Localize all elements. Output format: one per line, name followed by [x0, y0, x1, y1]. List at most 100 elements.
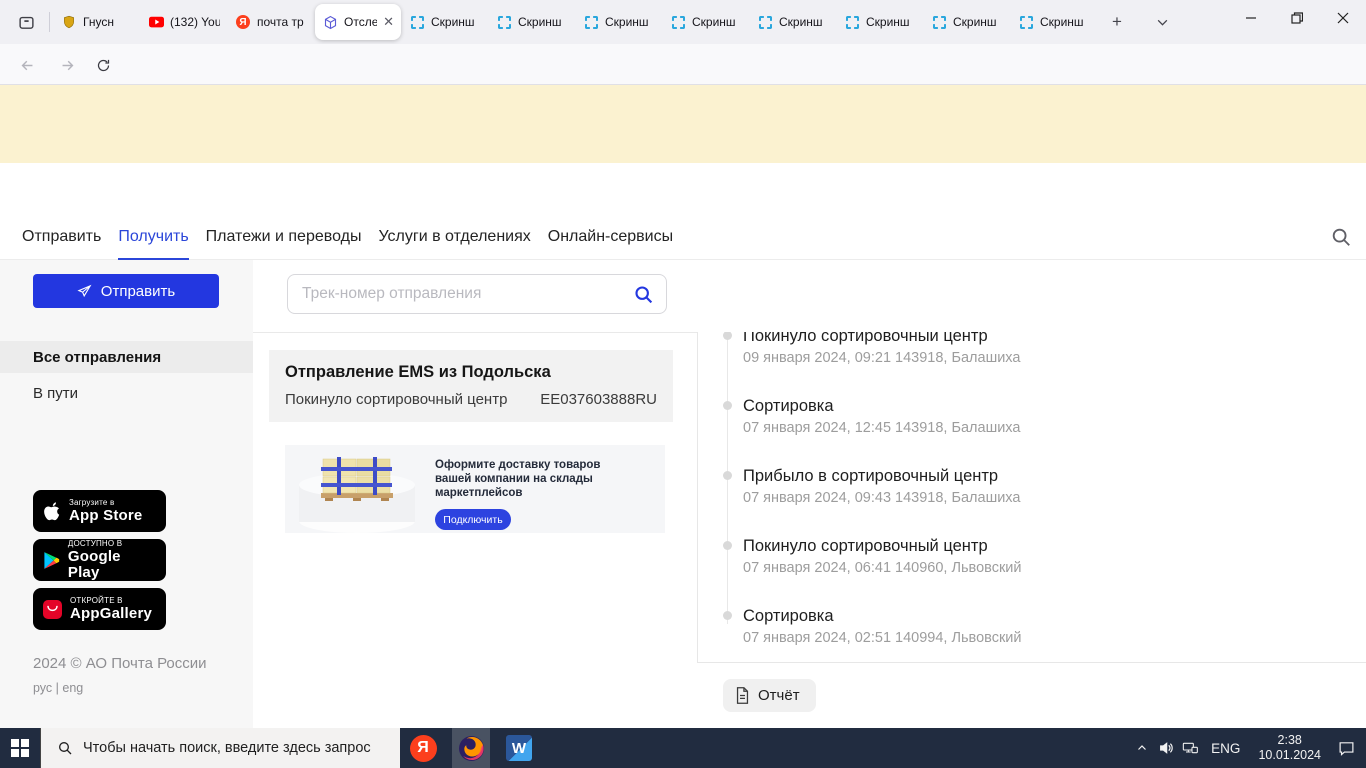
event-meta: 07 января 2024, 06:41 140960, Львовский: [743, 560, 1022, 576]
filter-all-shipments[interactable]: Все отправления: [0, 341, 253, 373]
tab-label: Скринш: [605, 15, 649, 29]
windows-taskbar: Чтобы начать поиск, введите здесь запрос…: [0, 728, 1366, 768]
new-tab-button[interactable]: +: [1103, 8, 1131, 36]
tracking-event: Покинуло сортировочный центр 09 января 2…: [698, 332, 1358, 366]
shipment-title: Отправление EMS из Подольска: [285, 363, 551, 381]
taskbar-word-button[interactable]: W: [500, 728, 538, 768]
tab-screenshot-7[interactable]: Скринш: [924, 4, 1010, 40]
tray-chevron-up-icon[interactable]: [1130, 728, 1154, 768]
screenshot-favicon-icon: [496, 14, 512, 30]
tab-label: (132) You: [170, 15, 220, 29]
event-meta: 07 января 2024, 12:45 143918, Балашиха: [743, 420, 1021, 436]
tab-screenshot-6[interactable]: Скринш: [837, 4, 923, 40]
screenshot-favicon-icon: [670, 14, 686, 30]
appstore-badge[interactable]: Загрузите в App Store: [33, 490, 166, 532]
sidebar: Отправить Все отправления В пути Загрузи…: [0, 260, 253, 728]
screenshot-favicon-icon: [1018, 14, 1034, 30]
event-title: Покинуло сортировочный центр: [743, 332, 988, 345]
tab-screenshot-2[interactable]: Скринш: [489, 4, 575, 40]
back-button[interactable]: [12, 50, 42, 80]
promo-connect-button[interactable]: Подключить: [435, 509, 511, 530]
tracking-event: Сортировка 07 января 2024, 02:51 140994,…: [698, 606, 1358, 646]
tray-network-icon[interactable]: [1178, 728, 1202, 768]
tray-speaker-icon[interactable]: [1154, 728, 1178, 768]
tab-close-icon[interactable]: ✕: [383, 14, 394, 30]
googleplay-badge[interactable]: ДОСТУПНО В Google Play: [33, 539, 166, 581]
taskbar-search[interactable]: Чтобы начать поиск, введите здесь запрос: [40, 728, 400, 768]
passport-notice-banner: Теперь при отправке в отделении нужно бу…: [0, 85, 1366, 233]
shipment-status: Покинуло сортировочный центр: [285, 391, 508, 408]
site-nav: Отправить Получить Платежи и переводы Ус…: [0, 216, 1366, 260]
taskbar-search-placeholder: Чтобы начать поиск, введите здесь запрос: [83, 740, 371, 756]
send-button[interactable]: Отправить: [33, 274, 219, 308]
copyright-text: 2024 © АО Почта России: [33, 655, 207, 672]
shipment-card[interactable]: Отправление EMS из Подольска Покинуло со…: [269, 350, 673, 422]
tab-youtube[interactable]: (132) You: [141, 4, 227, 40]
nav-branch-services[interactable]: Услуги в отделениях: [378, 216, 530, 260]
shield-favicon-icon: [61, 14, 77, 30]
nav-send[interactable]: Отправить: [22, 216, 101, 260]
tab-screenshot-1[interactable]: Скринш: [402, 4, 488, 40]
track-number-inputbox[interactable]: [287, 274, 667, 314]
yandex-favicon-icon: Я: [235, 14, 251, 30]
taskbar-firefox-button[interactable]: [452, 728, 490, 768]
list-tabs-chevron-icon[interactable]: [1148, 8, 1176, 36]
screen: Гнусн (132) You Я почта тр Отсле ✕ Скрин…: [0, 0, 1366, 768]
badge-bottom-text: Google Play: [67, 548, 121, 581]
tab-tracking-active[interactable]: Отсле ✕: [315, 4, 401, 40]
tab-screenshot-5[interactable]: Скринш: [750, 4, 836, 40]
nav-online-services[interactable]: Онлайн-сервисы: [548, 216, 673, 260]
appgallery-badge[interactable]: ОТКРОЙТЕ В AppGallery: [33, 588, 166, 630]
tracking-timeline: Покинуло сортировочный центр 09 января 2…: [697, 332, 1366, 662]
tab-separator: [49, 12, 50, 32]
start-button[interactable]: [0, 728, 40, 768]
track-number-input[interactable]: [302, 285, 633, 303]
tab-gnus[interactable]: Гнусн: [54, 4, 140, 40]
tab-screenshot-4[interactable]: Скринш: [663, 4, 749, 40]
event-meta: 09 января 2024, 09:21 143918, Балашиха: [743, 350, 1021, 366]
tab-yandex[interactable]: Я почта тр: [228, 4, 314, 40]
window-close-button[interactable]: [1320, 0, 1366, 36]
tab-label: Гнусн: [83, 15, 114, 29]
window-minimize-button[interactable]: [1228, 0, 1274, 36]
paper-plane-icon: [77, 284, 92, 297]
track-search-icon[interactable]: [633, 284, 654, 305]
language-switcher[interactable]: рус | eng: [33, 681, 83, 695]
firefox-view-button[interactable]: [8, 7, 44, 37]
tray-clock[interactable]: 2:38 10.01.2024: [1249, 733, 1330, 763]
tray-language[interactable]: ENG: [1202, 741, 1249, 756]
yandex-browser-icon: Я: [409, 734, 437, 762]
taskbar-yandex-button[interactable]: Я: [404, 728, 442, 768]
filter-in-transit[interactable]: В пути: [0, 377, 253, 409]
nav-receive[interactable]: Получить: [118, 216, 189, 260]
timeline-dot: [723, 401, 732, 410]
screenshot-favicon-icon: [844, 14, 860, 30]
window-maximize-button[interactable]: [1274, 0, 1320, 36]
screenshot-favicon-icon: [409, 14, 425, 30]
divider: [697, 662, 1366, 663]
nav-payments[interactable]: Платежи и переводы: [206, 216, 362, 260]
tab-label: Скринш: [779, 15, 823, 29]
site-search-icon[interactable]: [1330, 226, 1354, 250]
promo-text: Оформите доставку товаров вашей компании…: [435, 459, 601, 499]
tab-label: Скринш: [866, 15, 910, 29]
tab-screenshot-3[interactable]: Скринш: [576, 4, 662, 40]
report-button-label: Отчёт: [758, 687, 800, 704]
report-button[interactable]: Отчёт: [723, 679, 816, 712]
tab-label: Скринш: [1040, 15, 1084, 29]
forward-button[interactable]: [52, 50, 82, 80]
timeline-dot: [723, 332, 732, 340]
event-meta: 07 января 2024, 02:51 140994, Львовский: [743, 630, 1022, 646]
reload-button[interactable]: [88, 50, 118, 80]
tab-screenshot-8[interactable]: Скринш: [1011, 4, 1097, 40]
system-tray: ENG 2:38 10.01.2024: [1130, 728, 1366, 768]
timeline-dot: [723, 611, 732, 620]
timeline-dot: [723, 541, 732, 550]
marketplace-promo-banner[interactable]: Оформите доставку товаров вашей компании…: [285, 445, 665, 533]
tracking-event: Покинуло сортировочный центр 07 января 2…: [698, 536, 1358, 576]
notification-center-icon[interactable]: [1334, 728, 1358, 768]
boxes-illustration: [299, 457, 415, 533]
tab-label: Скринш: [431, 15, 475, 29]
screenshot-favicon-icon: [931, 14, 947, 30]
document-icon: [736, 687, 749, 704]
